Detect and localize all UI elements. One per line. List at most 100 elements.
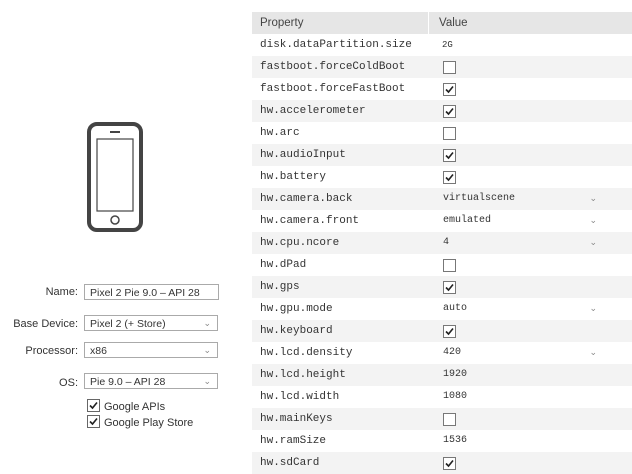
property-name: fastboot.forceFastBoot bbox=[260, 83, 406, 95]
property-value[interactable]: 420 ⌄ bbox=[428, 342, 632, 364]
property-value[interactable]: emulated ⌄ bbox=[428, 210, 632, 232]
property-text-input[interactable]: 2G bbox=[436, 38, 596, 52]
chevron-down-icon: ⌄ bbox=[203, 319, 211, 329]
dropdown-value: virtualscene bbox=[443, 193, 516, 204]
table-row[interactable]: hw.camera.back virtualscene ⌄ bbox=[252, 188, 632, 210]
property-name: hw.keyboard bbox=[260, 325, 333, 337]
property-value[interactable]: auto ⌄ bbox=[428, 298, 632, 320]
property-name: hw.lcd.width bbox=[260, 391, 340, 403]
base-device-value: Pixel 2 (+ Store) bbox=[90, 318, 166, 330]
table-row[interactable]: hw.lcd.height 1920 bbox=[252, 364, 632, 386]
table-row[interactable]: hw.gps bbox=[252, 276, 632, 298]
property-name: hw.accelerometer bbox=[260, 105, 366, 117]
table-row[interactable]: hw.ramSize 1536 bbox=[252, 430, 632, 452]
property-value: 2G bbox=[428, 34, 632, 56]
chevron-down-icon: ⌄ bbox=[203, 377, 211, 387]
google-play-checkbox[interactable]: Google Play Store bbox=[87, 415, 193, 429]
os-label: OS: bbox=[59, 377, 78, 389]
table-row[interactable]: hw.accelerometer bbox=[252, 100, 632, 122]
property-name: disk.dataPartition.size bbox=[260, 39, 412, 51]
property-value bbox=[428, 100, 632, 122]
property-value[interactable]: 4 ⌄ bbox=[428, 232, 632, 254]
property-value bbox=[428, 276, 632, 298]
table-row[interactable]: hw.camera.front emulated ⌄ bbox=[252, 210, 632, 232]
google-apis-label: Google APIs bbox=[104, 401, 166, 413]
property-checkbox[interactable] bbox=[443, 61, 456, 74]
property-checkbox[interactable] bbox=[443, 149, 456, 162]
name-field-value: Pixel 2 Pie 9.0 – API 28 bbox=[90, 287, 200, 299]
table-row[interactable]: fastboot.forceFastBoot bbox=[252, 78, 632, 100]
property-name: hw.lcd.height bbox=[260, 369, 346, 381]
property-value bbox=[428, 254, 632, 276]
property-value[interactable]: 1080 bbox=[428, 386, 632, 408]
property-value[interactable]: virtualscene ⌄ bbox=[428, 188, 632, 210]
property-checkbox[interactable] bbox=[443, 259, 456, 272]
table-header: Property Value bbox=[252, 12, 632, 34]
property-value bbox=[428, 122, 632, 144]
os-value: Pie 9.0 – API 28 bbox=[90, 376, 166, 388]
table-row[interactable]: hw.mainKeys bbox=[252, 408, 632, 430]
property-value bbox=[428, 408, 632, 430]
property-name: hw.ramSize bbox=[260, 435, 327, 447]
table-row[interactable]: fastboot.forceColdBoot bbox=[252, 56, 632, 78]
checkbox-icon bbox=[87, 415, 100, 428]
property-column-header[interactable]: Property bbox=[252, 12, 428, 34]
property-name: hw.gpu.mode bbox=[260, 303, 333, 315]
table-row[interactable]: hw.arc bbox=[252, 122, 632, 144]
dropdown-value: emulated bbox=[443, 215, 492, 226]
table-row[interactable]: hw.lcd.density 420 ⌄ bbox=[252, 342, 632, 364]
os-select[interactable]: Pie 9.0 – API 28 ⌄ bbox=[84, 373, 218, 389]
property-checkbox[interactable] bbox=[443, 413, 456, 426]
table-row[interactable]: hw.lcd.width 1080 bbox=[252, 386, 632, 408]
property-value bbox=[428, 320, 632, 342]
table-row[interactable]: hw.audioInput bbox=[252, 144, 632, 166]
property-value[interactable]: 1536 bbox=[428, 430, 632, 452]
property-value bbox=[428, 78, 632, 100]
checkbox-icon bbox=[87, 399, 100, 412]
property-name: fastboot.forceColdBoot bbox=[260, 61, 406, 73]
property-name: hw.sdCard bbox=[260, 457, 320, 469]
table-row[interactable]: disk.dataPartition.size 2G bbox=[252, 34, 632, 56]
chevron-down-icon: ⌄ bbox=[589, 238, 597, 248]
dropdown-value: 4 bbox=[443, 237, 450, 248]
chevron-down-icon: ⌄ bbox=[589, 348, 597, 358]
property-name: hw.lcd.density bbox=[260, 347, 353, 359]
processor-value: x86 bbox=[90, 345, 107, 357]
name-field[interactable]: Pixel 2 Pie 9.0 – API 28 bbox=[84, 284, 219, 300]
dropdown-value: 420 bbox=[443, 347, 462, 358]
property-value[interactable]: 1920 bbox=[428, 364, 632, 386]
property-name: hw.arc bbox=[260, 127, 300, 139]
base-device-select[interactable]: Pixel 2 (+ Store) ⌄ bbox=[84, 315, 218, 331]
property-checkbox[interactable] bbox=[443, 325, 456, 338]
properties-table: Property Value disk.dataPartition.size 2G… bbox=[252, 12, 632, 474]
dropdown-value: auto bbox=[443, 303, 468, 314]
table-row[interactable]: hw.gpu.mode auto ⌄ bbox=[252, 298, 632, 320]
chevron-down-icon: ⌄ bbox=[589, 216, 597, 226]
property-value bbox=[428, 452, 632, 474]
processor-select[interactable]: x86 ⌄ bbox=[84, 342, 218, 358]
property-checkbox[interactable] bbox=[443, 457, 456, 470]
table-row[interactable]: hw.battery bbox=[252, 166, 632, 188]
property-checkbox[interactable] bbox=[443, 127, 456, 140]
table-row[interactable]: hw.cpu.ncore 4 ⌄ bbox=[252, 232, 632, 254]
property-checkbox[interactable] bbox=[443, 105, 456, 118]
property-value bbox=[428, 56, 632, 78]
value-column-header[interactable]: Value bbox=[428, 12, 632, 34]
name-label: Name: bbox=[45, 286, 78, 298]
property-name: hw.gps bbox=[260, 281, 300, 293]
property-name: hw.mainKeys bbox=[260, 413, 333, 425]
table-row[interactable]: hw.keyboard bbox=[252, 320, 632, 342]
table-row[interactable]: hw.dPad bbox=[252, 254, 632, 276]
property-checkbox[interactable] bbox=[443, 171, 456, 184]
property-name: hw.camera.front bbox=[260, 215, 360, 227]
chevron-down-icon: ⌄ bbox=[589, 304, 597, 314]
google-play-label: Google Play Store bbox=[104, 417, 194, 429]
table-body: disk.dataPartition.size 2G fastboot.forceC… bbox=[252, 34, 632, 474]
google-apis-checkbox[interactable]: Google APIs bbox=[87, 399, 165, 413]
property-checkbox[interactable] bbox=[443, 281, 456, 294]
chevron-down-icon: ⌄ bbox=[589, 194, 597, 204]
property-checkbox[interactable] bbox=[443, 83, 456, 96]
device-panel: Name: Pixel 2 Pie 9.0 – API 28 Base Devi… bbox=[0, 0, 252, 467]
base-device-label: Base Device: bbox=[13, 318, 78, 330]
table-row[interactable]: hw.sdCard bbox=[252, 452, 632, 474]
